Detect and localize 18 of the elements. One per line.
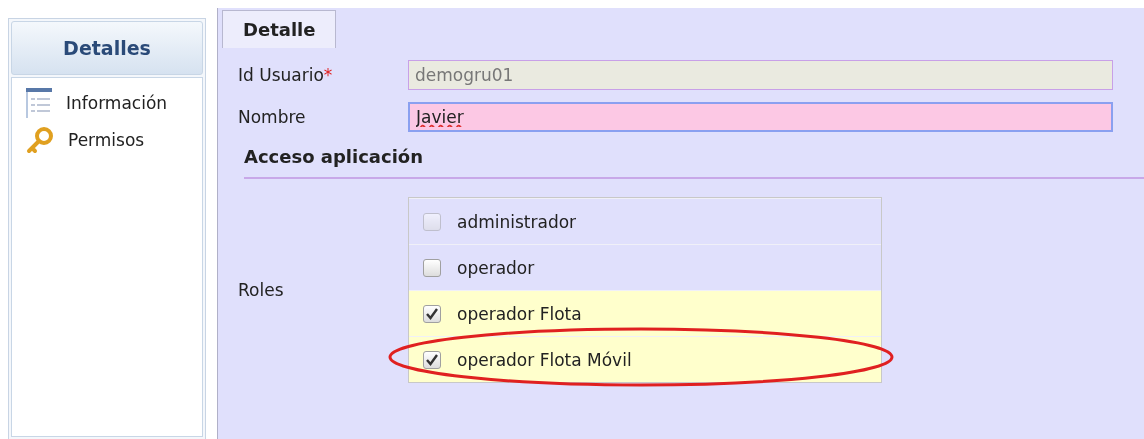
list-icon <box>26 88 52 118</box>
sidebar-item[interactable]: Información <box>66 93 168 113</box>
sidebar-item[interactable]: Permisos <box>68 130 145 150</box>
option-label: administrador <box>457 211 577 232</box>
field-label: Nombre <box>238 107 306 127</box>
field-label: Id Usuario <box>238 65 324 85</box>
section-title: Acceso aplicación <box>244 146 1144 179</box>
key-icon <box>26 126 54 154</box>
sidebar-title: Detalles <box>11 21 204 75</box>
checkbox[interactable] <box>423 304 441 323</box>
checkbox[interactable] <box>423 258 441 277</box>
tab[interactable]: Detalle <box>222 10 336 48</box>
option-label: operador <box>457 257 535 278</box>
option-label: operador Flota <box>457 303 582 324</box>
required-mark: * <box>323 65 333 85</box>
field-label: Roles <box>238 280 284 300</box>
checkbox[interactable] <box>423 350 441 369</box>
option-label: operador Flota Móvil <box>457 349 632 370</box>
